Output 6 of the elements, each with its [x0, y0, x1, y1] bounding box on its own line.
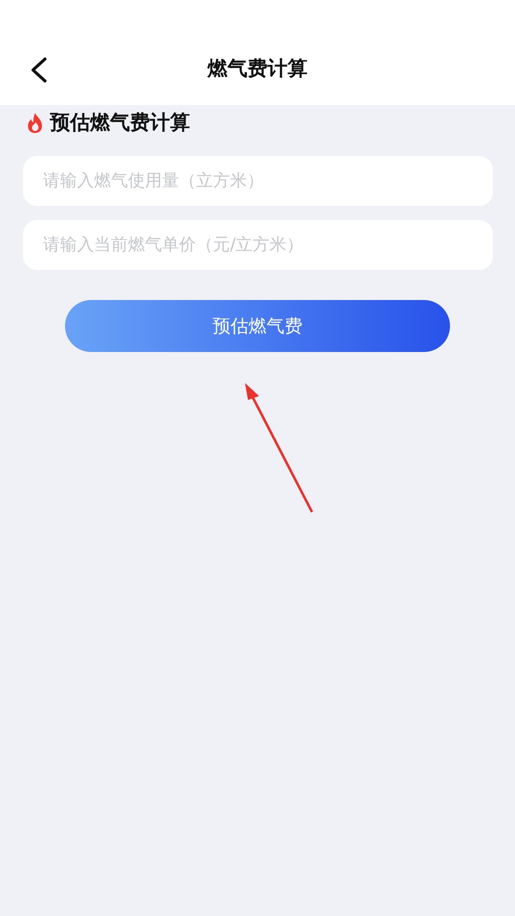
input-field[interactable]: 请输入燃气使用量（立方米）: [23, 156, 493, 206]
section-title: 预估燃气费计算: [50, 109, 190, 136]
page-title: 燃气费计算: [208, 55, 308, 82]
estimate-button[interactable]: 预估燃气费: [65, 300, 450, 352]
input-field[interactable]: 请输入当前燃气单价（元/立方米）: [23, 220, 493, 270]
flame-icon: [26, 112, 44, 134]
